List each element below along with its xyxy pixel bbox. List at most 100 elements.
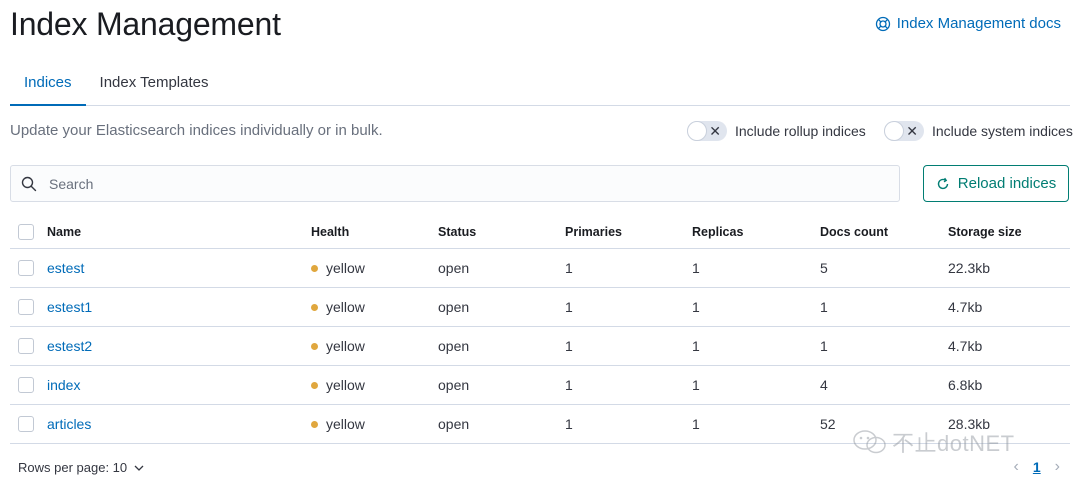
status-cell: open (438, 377, 470, 393)
system-indices-label: Include system indices (932, 123, 1073, 139)
docs-count-cell: 1 (820, 338, 828, 354)
switch-knob (687, 121, 707, 141)
rollup-toggle-group: ✕ Include rollup indices (687, 121, 866, 141)
tab-indices[interactable]: Indices (10, 64, 86, 106)
pagination: ‹ 1 › (1014, 458, 1060, 476)
chevron-down-icon (134, 465, 144, 471)
replicas-cell: 1 (692, 338, 700, 354)
index-name-link[interactable]: estest1 (47, 288, 92, 326)
docs-link-label: Index Management docs (896, 15, 1061, 32)
health-label: yellow (326, 416, 365, 432)
status-cell: open (438, 260, 470, 276)
select-all-cell (18, 215, 34, 248)
column-header-status[interactable]: Status (438, 215, 476, 248)
health-dot-icon (311, 381, 318, 389)
tab-bar: Indices Index Templates (10, 64, 1070, 106)
row-select-cell (18, 249, 34, 287)
primaries-cell: 1 (565, 299, 573, 315)
indices-table: Name Health Status Primaries Replicas Do… (10, 215, 1070, 444)
table-row: estest2 yellow open 1 1 1 4.7kb (10, 327, 1070, 366)
watermark-text: 不止dotNET (892, 431, 1015, 456)
wechat-logo-icon (853, 430, 886, 454)
health-cell: yellow (311, 288, 365, 326)
search-field (10, 165, 900, 202)
row-checkbox[interactable] (18, 260, 34, 276)
docs-count-cell: 5 (820, 260, 828, 276)
index-name-link[interactable]: index (47, 366, 80, 404)
search-icon (21, 176, 37, 191)
column-header-docs-count[interactable]: Docs count (820, 215, 888, 248)
prev-page-arrow-icon[interactable]: ‹ (1014, 458, 1019, 476)
page-number-button[interactable]: 1 (1033, 459, 1041, 475)
docs-count-cell: 4 (820, 377, 828, 393)
health-label: yellow (326, 377, 365, 393)
switch-off-icon: ✕ (709, 123, 721, 139)
row-select-cell (18, 288, 34, 326)
docs-count-cell: 1 (820, 299, 828, 315)
health-dot-icon (311, 342, 318, 350)
status-cell: open (438, 299, 470, 315)
docs-link[interactable]: Index Management docs (875, 15, 1061, 32)
storage-size-cell: 6.8kb (948, 377, 983, 393)
tab-index-templates[interactable]: Index Templates (86, 64, 223, 106)
row-checkbox[interactable] (18, 299, 34, 315)
next-page-arrow-icon[interactable]: › (1055, 458, 1060, 476)
storage-size-cell: 4.7kb (948, 338, 983, 354)
health-label: yellow (326, 338, 365, 354)
search-input[interactable] (49, 175, 849, 192)
health-cell: yellow (311, 366, 365, 404)
health-dot-icon (311, 420, 318, 428)
table-header-row: Name Health Status Primaries Replicas Do… (10, 215, 1070, 249)
row-checkbox[interactable] (18, 377, 34, 393)
health-label: yellow (326, 299, 365, 315)
storage-size-cell: 22.3kb (948, 260, 991, 276)
column-header-replicas[interactable]: Replicas (692, 215, 743, 248)
rollup-indices-label: Include rollup indices (735, 123, 866, 139)
column-header-health[interactable]: Health (311, 215, 349, 248)
replicas-cell: 1 (692, 377, 700, 393)
primaries-cell: 1 (565, 416, 573, 432)
health-cell: yellow (311, 405, 365, 443)
health-dot-icon (311, 264, 318, 272)
select-all-checkbox[interactable] (18, 223, 34, 240)
table-row: estest1 yellow open 1 1 1 4.7kb (10, 288, 1070, 327)
rollup-indices-switch[interactable]: ✕ (687, 121, 727, 141)
storage-size-cell: 4.7kb (948, 299, 983, 315)
table-row: index yellow open 1 1 4 6.8kb (10, 366, 1070, 405)
row-checkbox[interactable] (18, 338, 34, 354)
page-description: Update your Elasticsearch indices indivi… (10, 122, 383, 139)
reload-indices-button[interactable]: Reload indices (923, 165, 1069, 202)
switch-knob (884, 121, 904, 141)
refresh-icon (937, 177, 948, 189)
table-row: estest yellow open 1 1 5 22.3kb (10, 249, 1070, 288)
system-indices-switch[interactable]: ✕ (884, 121, 924, 141)
page-title: Index Management (10, 6, 281, 42)
health-label: yellow (326, 260, 365, 276)
health-cell: yellow (311, 327, 365, 365)
row-select-cell (18, 366, 34, 404)
health-cell: yellow (311, 249, 365, 287)
system-toggle-group: ✕ Include system indices (884, 121, 1073, 141)
rows-per-page-selector[interactable]: Rows per page: 10 (18, 460, 145, 475)
reload-indices-label: Reload indices (957, 175, 1057, 192)
switch-off-icon: ✕ (906, 123, 918, 139)
index-name-link[interactable]: estest (47, 249, 84, 287)
replicas-cell: 1 (692, 299, 700, 315)
primaries-cell: 1 (565, 260, 573, 276)
help-lifebuoy-icon (875, 16, 890, 31)
status-cell: open (438, 416, 470, 432)
row-select-cell (18, 327, 34, 365)
docs-count-cell: 52 (820, 416, 836, 432)
rows-per-page-label: Rows per page: 10 (18, 460, 128, 475)
primaries-cell: 1 (565, 377, 573, 393)
column-header-primaries[interactable]: Primaries (565, 215, 622, 248)
replicas-cell: 1 (692, 260, 700, 276)
status-cell: open (438, 338, 470, 354)
index-name-link[interactable]: estest2 (47, 327, 92, 365)
row-checkbox[interactable] (18, 416, 34, 432)
replicas-cell: 1 (692, 416, 700, 432)
index-name-link[interactable]: articles (47, 405, 91, 443)
column-header-name[interactable]: Name (47, 215, 81, 248)
row-select-cell (18, 405, 34, 443)
column-header-storage-size[interactable]: Storage size (948, 215, 1022, 248)
